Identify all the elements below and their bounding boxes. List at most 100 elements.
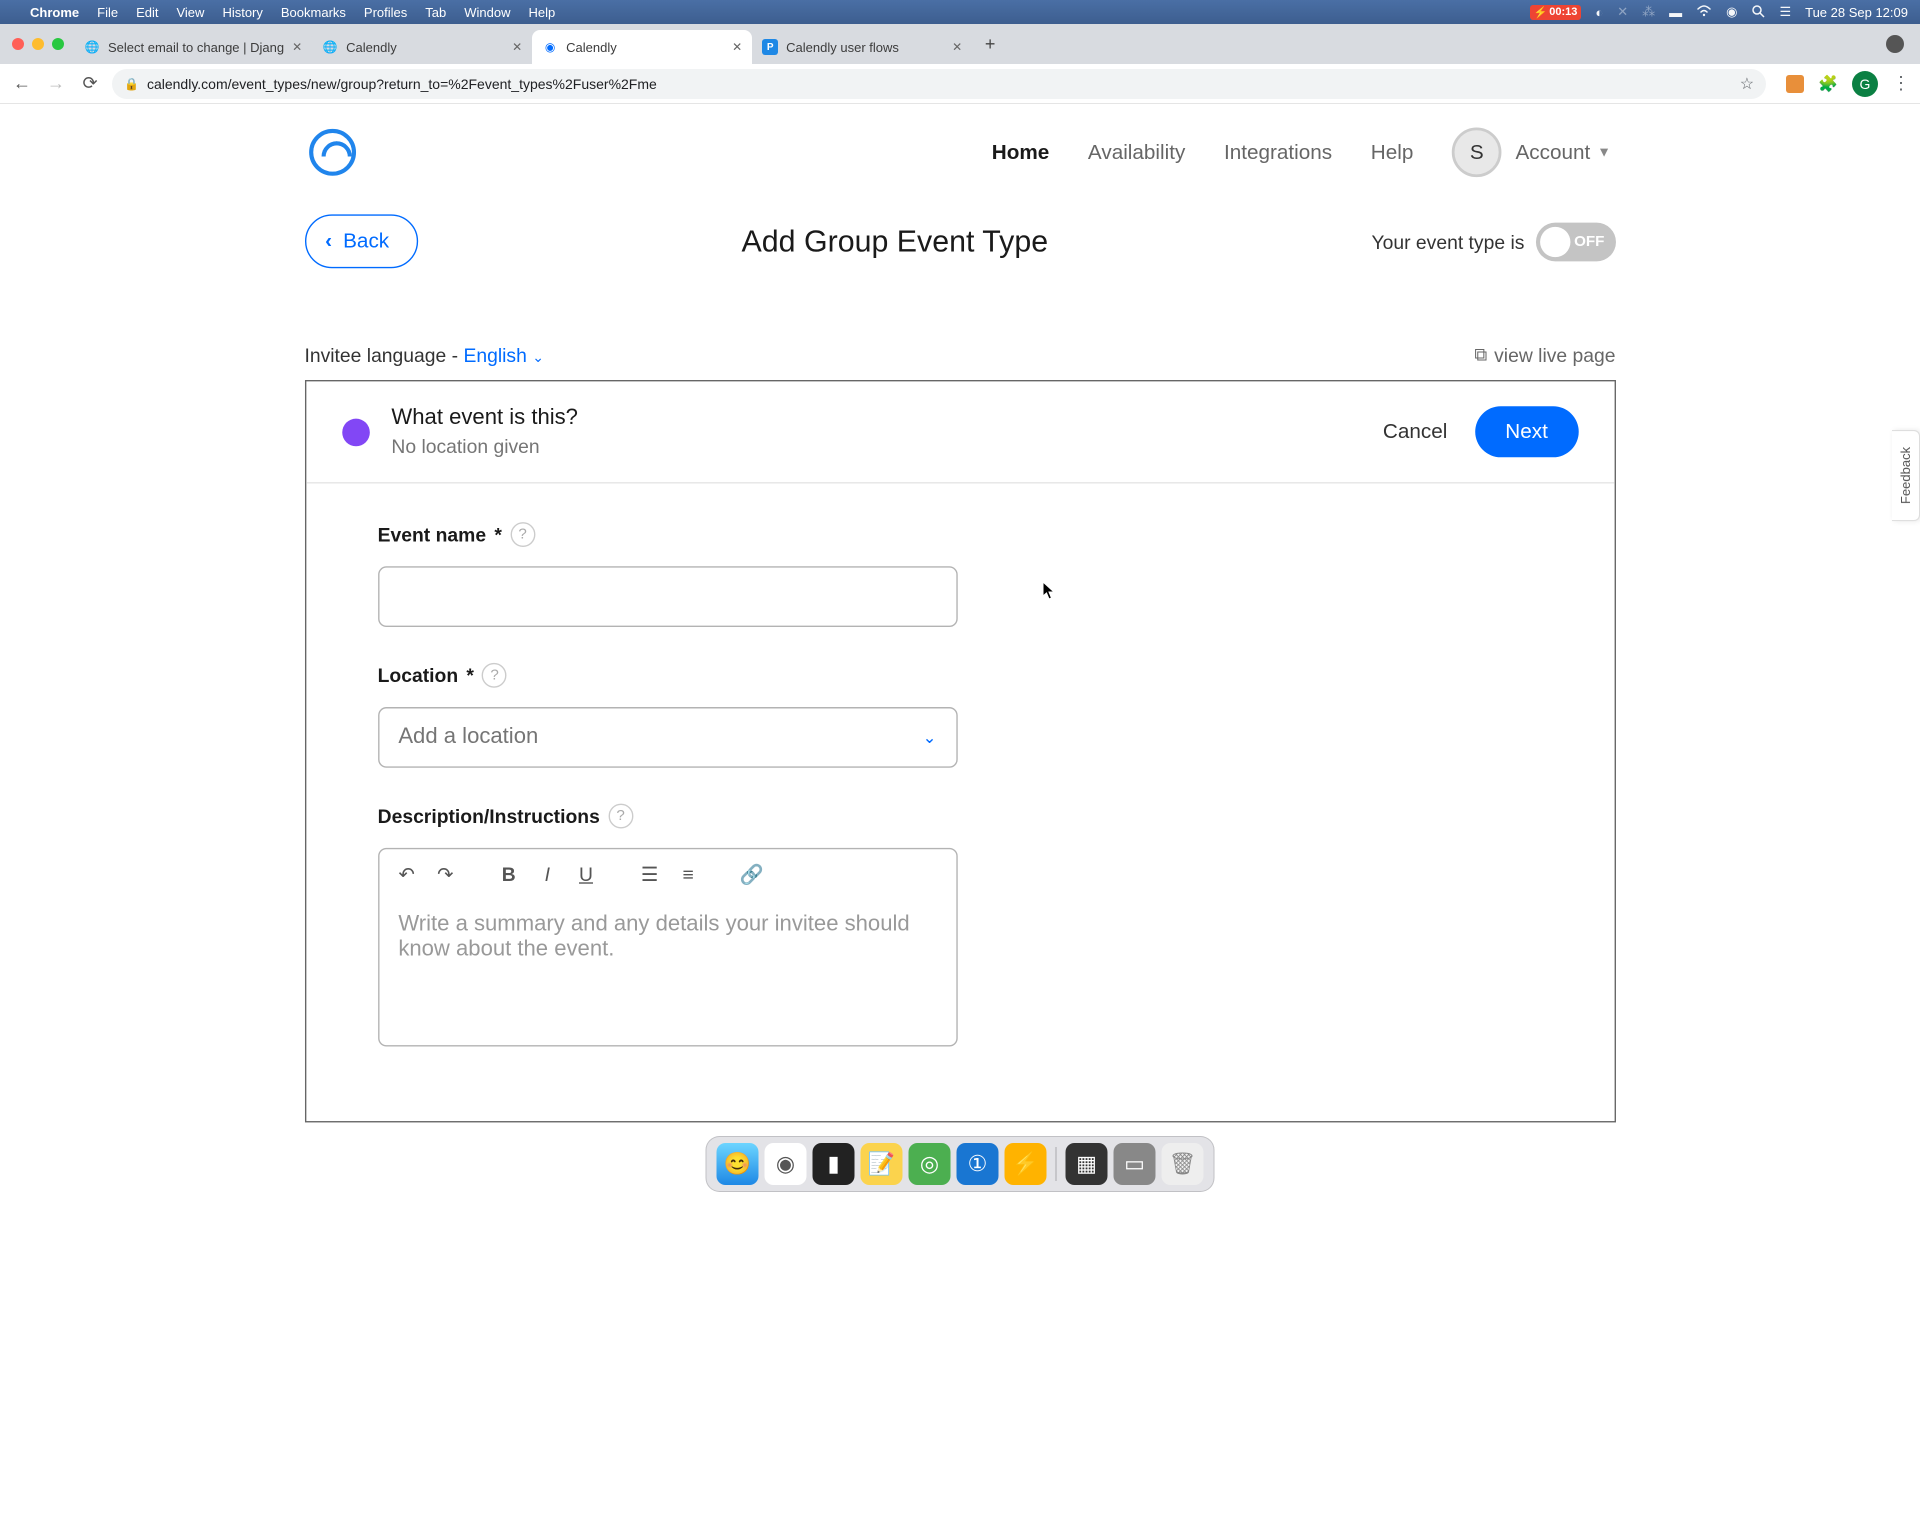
dock-notes[interactable]: 📝 <box>861 1143 903 1185</box>
numbered-list-icon[interactable]: ≡ <box>672 857 705 890</box>
browser-tab[interactable]: 🌐 Calendly ✕ <box>312 30 532 64</box>
menu-edit[interactable]: Edit <box>136 5 158 20</box>
dock-app-3[interactable]: ⚡ <box>1005 1143 1047 1185</box>
toggle-label: Your event type is <box>1372 230 1525 252</box>
menu-history[interactable]: History <box>222 5 262 20</box>
dock-trash[interactable]: 🗑 <box>1162 1143 1204 1185</box>
menu-view[interactable]: View <box>176 5 204 20</box>
nav-home[interactable]: Home <box>992 141 1050 164</box>
battery-indicator[interactable]: ⚡00:13 <box>1530 5 1582 20</box>
nav-availability[interactable]: Availability <box>1088 141 1185 164</box>
browser-tab[interactable]: P Calendly user flows ✕ <box>752 30 972 64</box>
sub-row: Invitee language - English ⌄ ⧉ view live… <box>304 344 1615 366</box>
event-toggle-group: Your event type is OFF <box>1372 222 1616 261</box>
help-icon[interactable]: ? <box>510 522 535 547</box>
control-center-icon[interactable]: ◉ <box>1726 4 1737 20</box>
notification-center-icon[interactable]: ☰ <box>1779 4 1791 20</box>
calendly-logo[interactable] <box>309 129 356 176</box>
window-traffic-lights <box>12 38 64 50</box>
view-live-page-link[interactable]: ⧉ view live page <box>1474 344 1615 366</box>
menu-profiles[interactable]: Profiles <box>364 5 407 20</box>
language-selector[interactable]: English ⌄ <box>463 344 543 366</box>
link-icon[interactable]: 🔗 <box>735 857 768 890</box>
italic-icon[interactable]: I <box>531 857 564 890</box>
extension-icon[interactable] <box>1786 75 1804 93</box>
cancel-button[interactable]: Cancel <box>1383 420 1447 443</box>
close-icon[interactable]: ✕ <box>512 40 522 54</box>
dock-app-4[interactable]: ▦ <box>1066 1143 1108 1185</box>
globe-icon: 🌐 <box>84 39 100 55</box>
event-name-input[interactable] <box>378 566 958 627</box>
globe-icon: 🌐 <box>322 39 338 55</box>
underline-icon[interactable]: U <box>569 857 602 890</box>
dock-chrome[interactable]: ◉ <box>765 1143 807 1185</box>
bold-icon[interactable]: B <box>492 857 525 890</box>
next-button[interactable]: Next <box>1475 406 1578 457</box>
event-name-label: Event name <box>378 524 486 546</box>
location-select[interactable]: Add a location ⌄ <box>378 707 958 768</box>
menu-file[interactable]: File <box>97 5 118 20</box>
menu-window[interactable]: Window <box>464 5 510 20</box>
spotlight-icon[interactable] <box>1751 4 1765 21</box>
form-body: Event name * ? Location * ? Add a locati… <box>306 484 1614 1122</box>
location-label: Location <box>378 664 459 686</box>
editor-textarea[interactable]: Write a summary and any details your inv… <box>379 899 956 1045</box>
profile-avatar[interactable]: G <box>1852 71 1878 97</box>
rich-text-editor: ↶ ↷ B I U ☰ ≡ 🔗 Write a summary and any … <box>378 848 958 1047</box>
chrome-menu-icon[interactable]: ⋮ <box>1892 73 1910 94</box>
bookmark-star-icon[interactable]: ☆ <box>1740 74 1754 94</box>
redo-icon[interactable]: ↷ <box>429 857 462 890</box>
battery-icon[interactable]: ▬ <box>1669 5 1682 20</box>
account-menu[interactable]: S Account ▼ <box>1452 127 1611 177</box>
help-icon[interactable]: ? <box>608 804 633 829</box>
status-icon-2[interactable]: ✕ <box>1617 4 1628 20</box>
dock-app-2[interactable]: ① <box>957 1143 999 1185</box>
location-placeholder: Add a location <box>398 725 538 750</box>
lock-icon[interactable]: 🔒 <box>124 77 139 91</box>
reload-button[interactable]: ⟳ <box>78 73 102 94</box>
extensions-puzzle-icon[interactable]: 🧩 <box>1818 74 1838 94</box>
feedback-tab[interactable]: Feedback <box>1892 430 1920 521</box>
event-status-toggle[interactable]: OFF <box>1535 222 1615 261</box>
macos-menubar: Chrome File Edit View History Bookmarks … <box>0 0 1920 24</box>
dock-terminal[interactable]: ▮ <box>813 1143 855 1185</box>
url-text: calendly.com/event_types/new/group?retur… <box>147 76 1732 92</box>
menubar-clock[interactable]: Tue 28 Sep 12:09 <box>1805 5 1908 20</box>
menu-tab[interactable]: Tab <box>425 5 446 20</box>
status-icon-1[interactable]: ◐ <box>1595 5 1603 20</box>
address-bar[interactable]: 🔒 calendly.com/event_types/new/group?ret… <box>112 69 1766 99</box>
tab-overflow-icon[interactable] <box>1886 35 1904 53</box>
close-icon[interactable]: ✕ <box>952 40 962 54</box>
browser-tab-active[interactable]: ◉ Calendly ✕ <box>532 30 752 64</box>
close-icon[interactable]: ✕ <box>732 40 742 54</box>
p-icon: P <box>762 39 778 55</box>
close-icon[interactable]: ✕ <box>292 40 302 54</box>
menu-bookmarks[interactable]: Bookmarks <box>281 5 346 20</box>
window-close-button[interactable] <box>12 38 24 50</box>
nav-integrations[interactable]: Integrations <box>1224 141 1332 164</box>
menubar-app-name[interactable]: Chrome <box>30 5 79 20</box>
window-minimize-button[interactable] <box>32 38 44 50</box>
chrome-toolbar: ← → ⟳ 🔒 calendly.com/event_types/new/gro… <box>0 64 1920 104</box>
editor-toolbar: ↶ ↷ B I U ☰ ≡ 🔗 <box>379 849 956 899</box>
back-button[interactable]: ‹ Back <box>304 214 418 268</box>
back-button[interactable]: ← <box>10 73 34 94</box>
browser-tab[interactable]: 🌐 Select email to change | Djang ✕ <box>74 30 312 64</box>
location-field: Location * ? Add a location ⌄ <box>378 663 1543 768</box>
wifi-icon[interactable] <box>1696 5 1712 20</box>
bullet-list-icon[interactable]: ☰ <box>633 857 666 890</box>
account-avatar: S <box>1452 127 1502 177</box>
nav-help[interactable]: Help <box>1371 141 1414 164</box>
dock-finder[interactable]: 😊 <box>717 1143 759 1185</box>
help-icon[interactable]: ? <box>482 663 507 688</box>
dock-separator <box>1056 1147 1057 1181</box>
dock-app-1[interactable]: ◎ <box>909 1143 951 1185</box>
view-live-label: view live page <box>1494 344 1615 366</box>
window-zoom-button[interactable] <box>52 38 64 50</box>
tab-title: Calendly user flows <box>786 40 944 55</box>
status-icon-3[interactable]: ⁂ <box>1642 4 1655 20</box>
new-tab-button[interactable]: + <box>976 30 1004 58</box>
undo-icon[interactable]: ↶ <box>390 857 423 890</box>
menu-help[interactable]: Help <box>529 5 556 20</box>
dock-app-5[interactable]: ▭ <box>1114 1143 1156 1185</box>
